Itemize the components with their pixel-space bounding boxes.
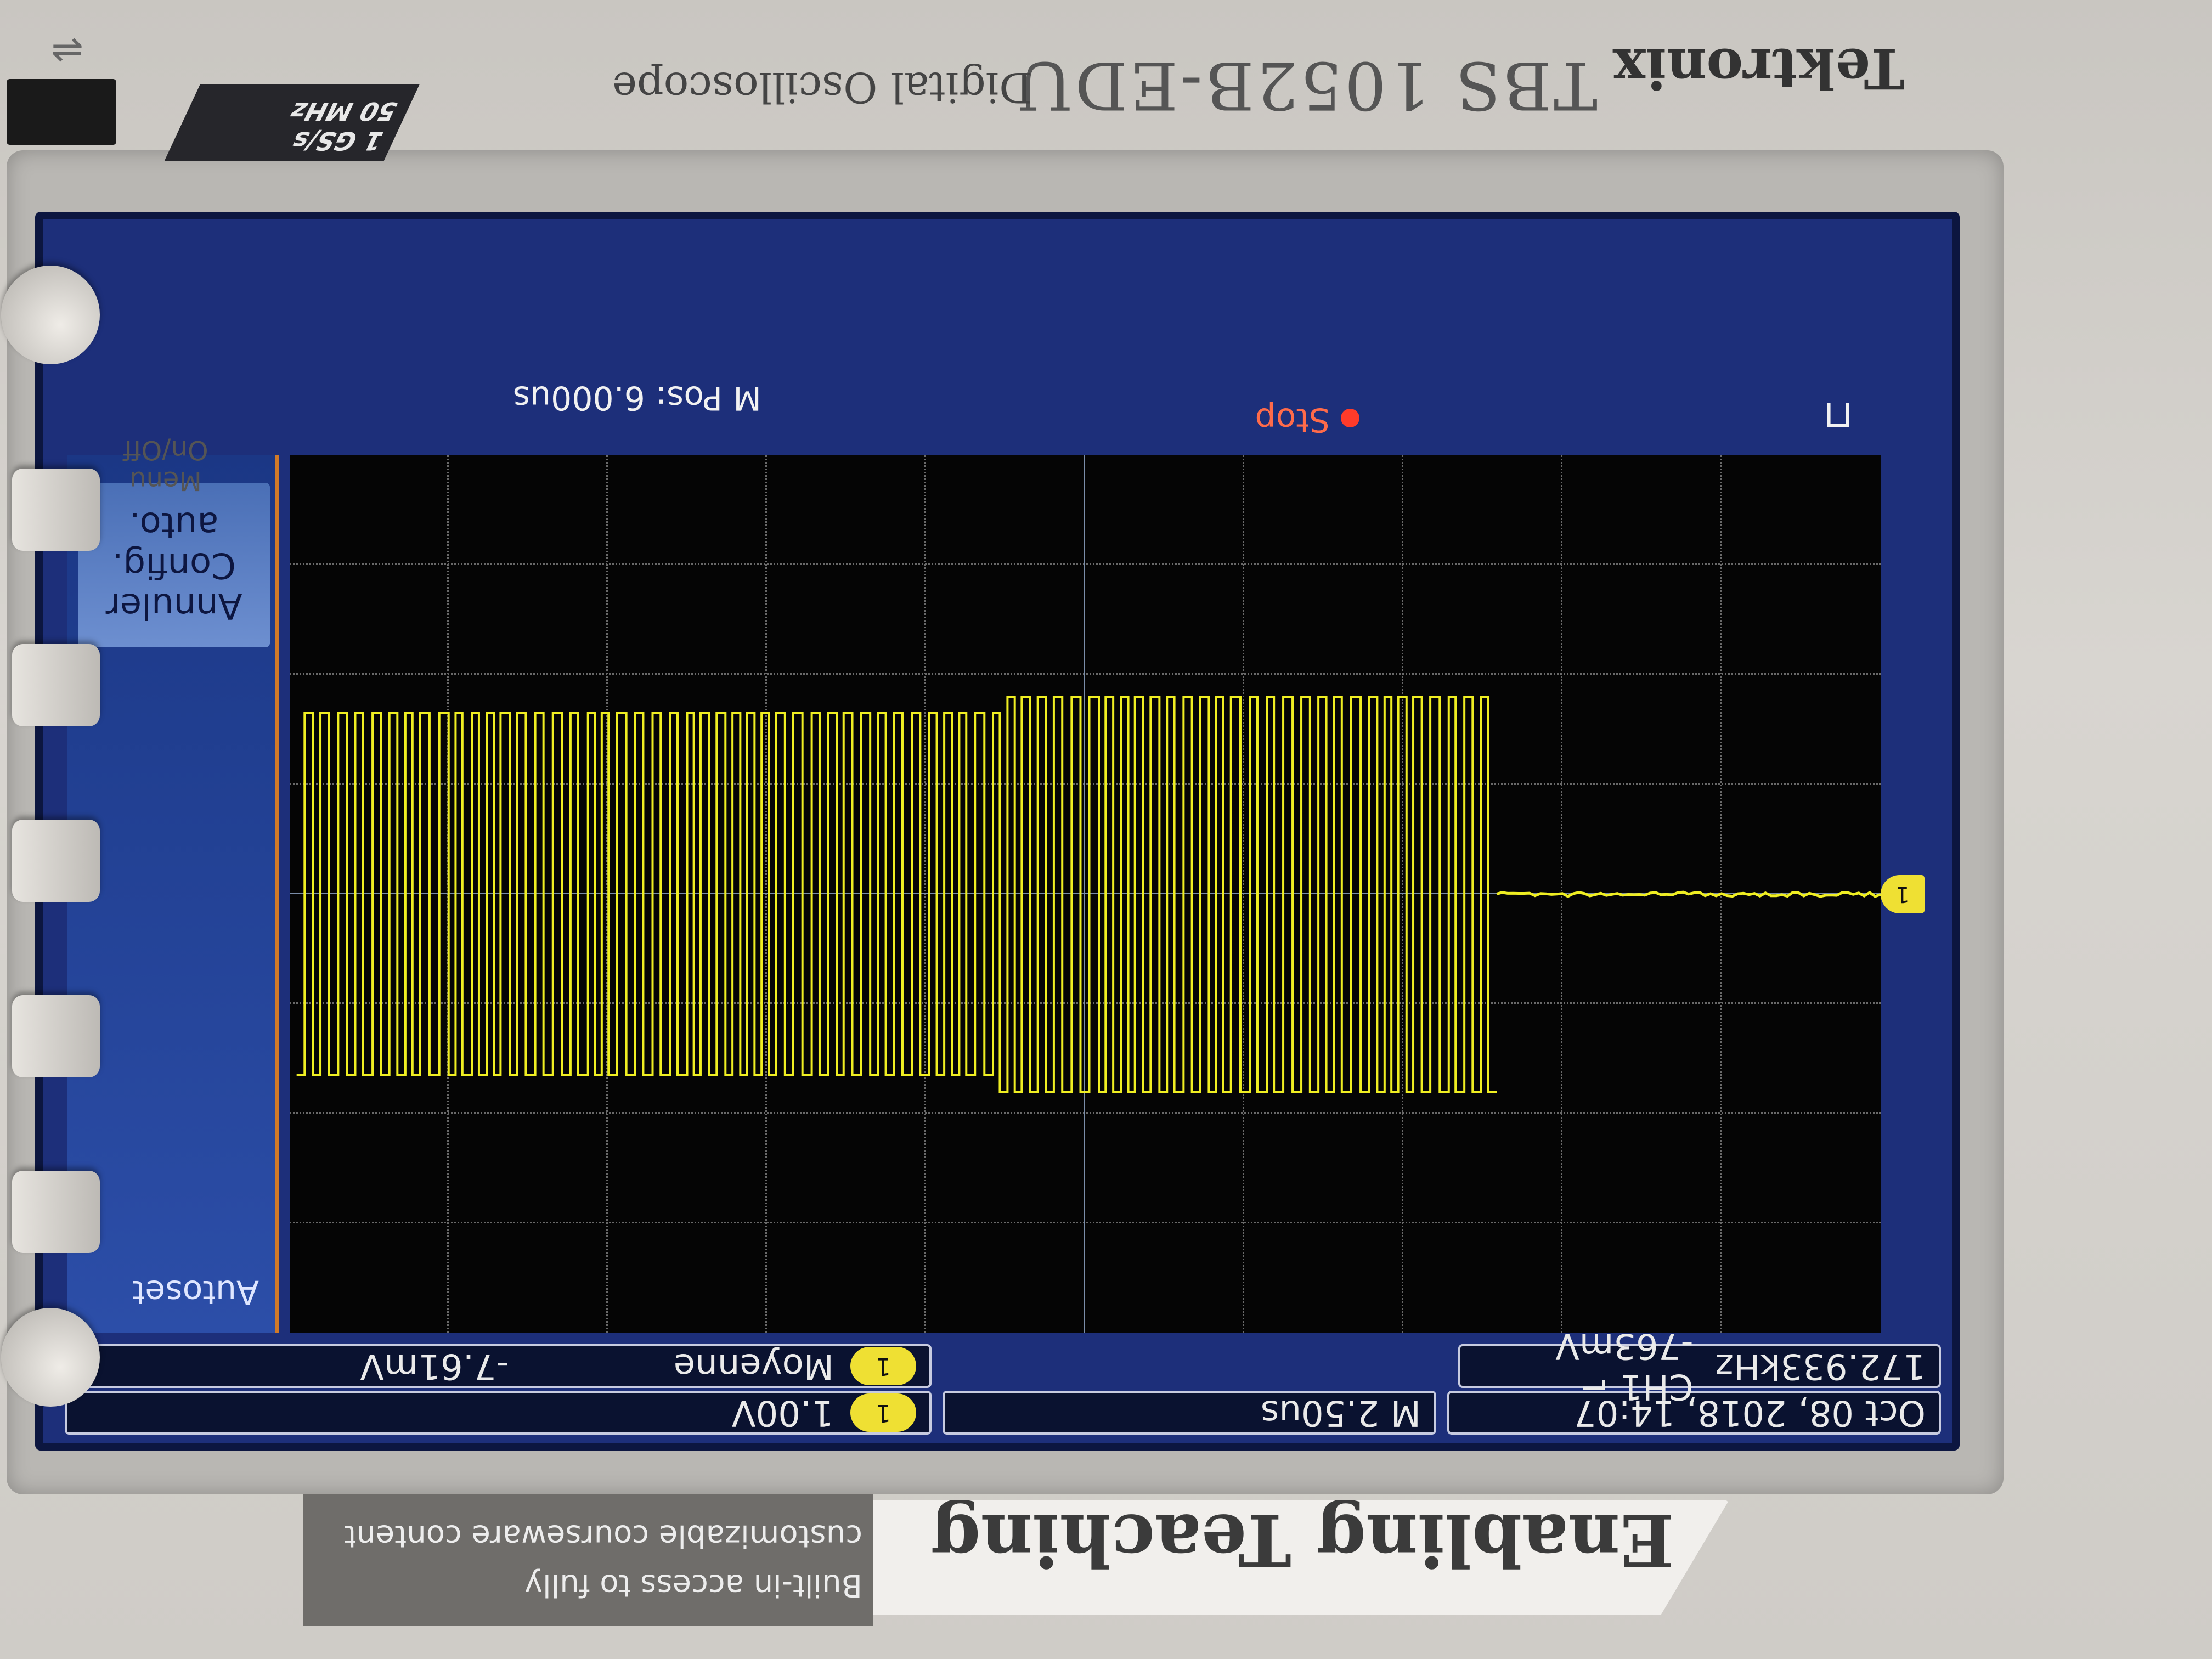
status-label: Stop <box>1255 400 1330 439</box>
measure-pill: 1 Moyenne -7.61mV <box>65 1344 932 1388</box>
channel-badge: 1 <box>850 1393 916 1432</box>
bezel-button-5[interactable] <box>12 1171 100 1253</box>
trigger-pill: 172.933kHz CH1 ⌐ -763mV <box>1458 1344 1941 1388</box>
stop-indicator-icon <box>1341 409 1359 427</box>
frequency-label: 172.933kHz <box>1716 1346 1926 1386</box>
menu-on-off-button[interactable] <box>1 266 100 364</box>
bezel-button-2[interactable] <box>12 644 100 726</box>
measure-channel-badge: 1 <box>850 1347 916 1385</box>
model-name: TBS 1052B-EDU <box>1015 47 1598 123</box>
oscilloscope-photo: Enabling Teaching Built-in access to ful… <box>0 0 2212 1659</box>
trace-burst-segment <box>297 697 1497 1092</box>
bezel-button-1[interactable] <box>12 469 100 551</box>
timebase-label: M 2.50us <box>1261 1392 1421 1433</box>
channel-1-ground-marker: 1 <box>1881 875 1925 913</box>
device-label-plate: Tektronix TBS 1052B-EDU Digital Oscillos… <box>0 24 2212 178</box>
oscilloscope-screen: Oct 08, 2018, 14:07 M 2.50us 1 1.00V 172… <box>35 212 1960 1451</box>
side-menu-title: Autoset <box>132 1273 259 1311</box>
save-print-button[interactable] <box>1 1308 100 1407</box>
device-type: Digital Oscilloscope <box>612 63 1032 112</box>
position-readout: M Pos: 6.000us <box>513 379 761 417</box>
measure-name-label: Moyenne <box>674 1346 834 1386</box>
volts-pill: 1 1.00V <box>65 1391 932 1435</box>
spec-sample-rate: 1 GS/s <box>178 126 389 156</box>
status-bar-bottom: ⊓ Stop M Pos: 6.000us <box>43 357 1952 450</box>
banner-title: Enabling Teaching <box>931 1498 1674 1582</box>
courseware-banner: Enabling Teaching Built-in access to ful… <box>303 1489 1729 1626</box>
trace-idle-segment <box>1497 892 1881 896</box>
side-hardware-buttons <box>1 222 111 1429</box>
volts-per-div-label: 1.00V <box>732 1392 834 1433</box>
trigger-info-label: CH1 ⌐ -763mV <box>1474 1325 1694 1407</box>
waveform-plot: 1 <box>290 455 1881 1333</box>
acquisition-status: Stop <box>1255 400 1359 439</box>
measure-value-label: -7.61mV <box>360 1346 509 1386</box>
bezel-button-3[interactable] <box>12 820 100 902</box>
banner-title-panel: Enabling Teaching <box>873 1500 1729 1615</box>
banner-subtitle-panel: Built-in access to fully customizable co… <box>303 1494 873 1626</box>
banner-subtitle: Built-in access to fully customizable co… <box>325 1511 862 1610</box>
spec-badge: 1 GS/s 50 MHz <box>164 84 419 161</box>
brand-logo: Tektronix <box>1613 36 1905 101</box>
position-label: M Pos: 6.000us <box>513 379 761 417</box>
spec-bandwidth: 50 MHz <box>191 97 403 126</box>
trigger-edge-icon: ⊓ <box>1823 394 1853 439</box>
bezel-button-4[interactable] <box>12 995 100 1077</box>
menu-on-off-label: Menu On/Off <box>105 435 226 496</box>
channel-1-trace <box>290 455 1881 1333</box>
timebase-pill: M 2.50us <box>943 1391 1436 1435</box>
